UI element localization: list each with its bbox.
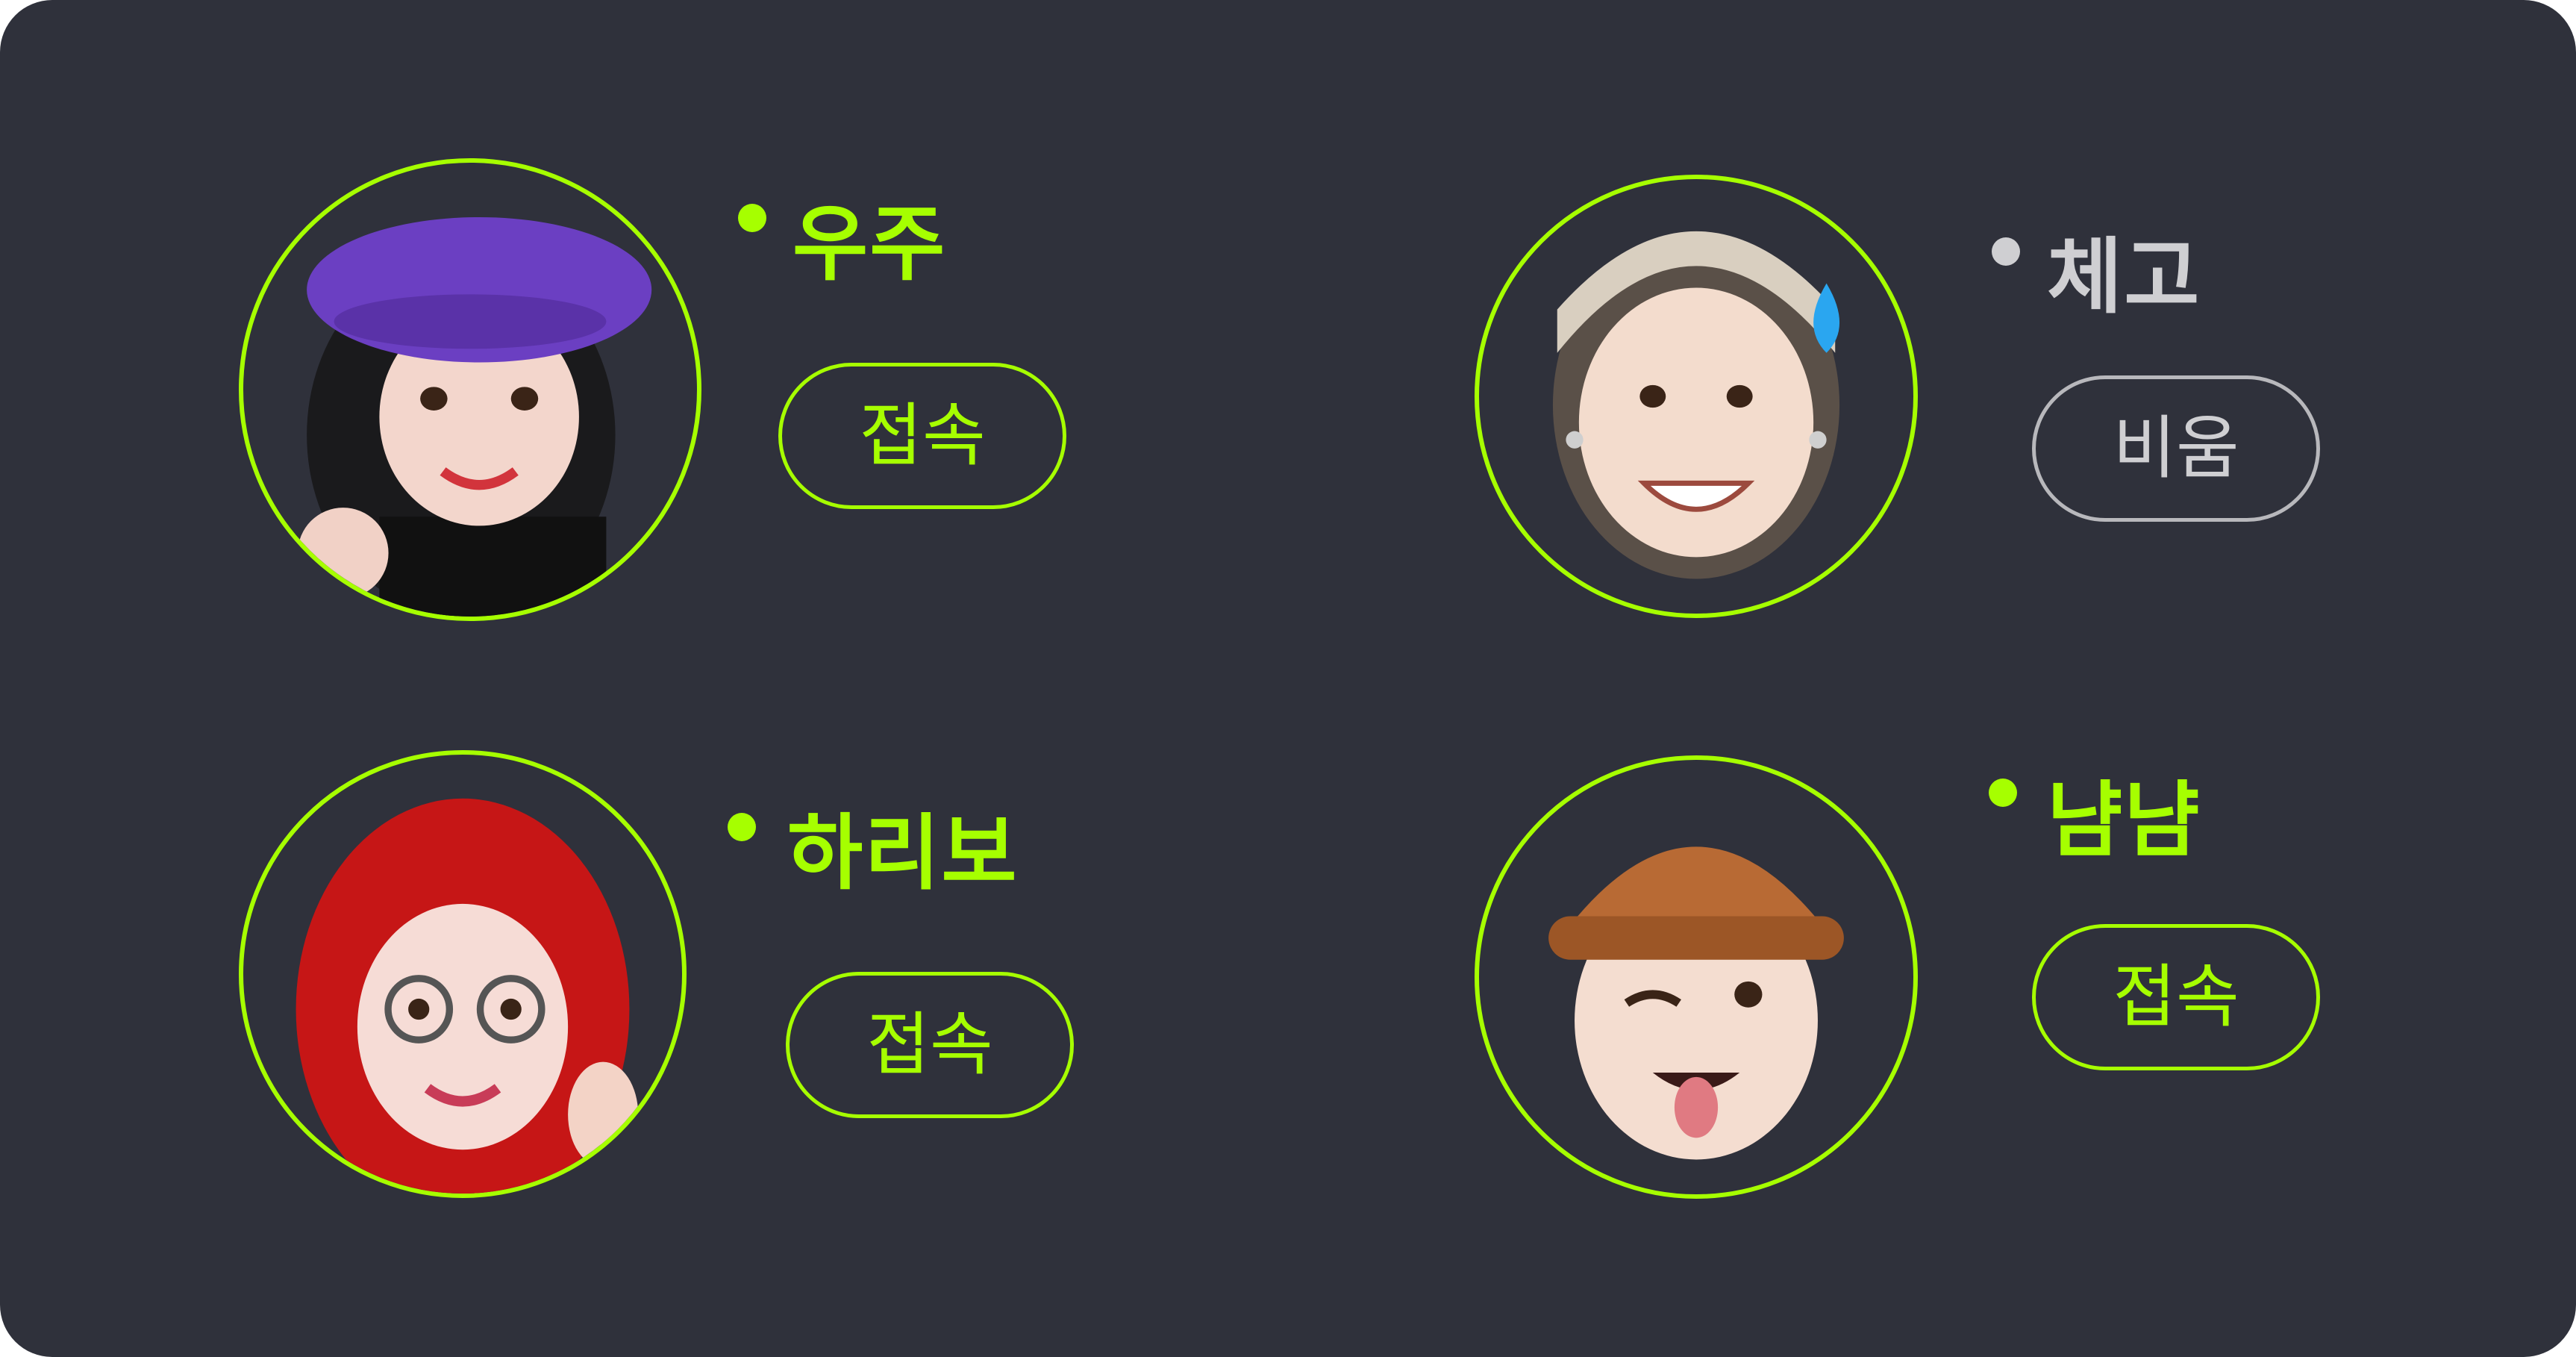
status-dot: [738, 204, 766, 232]
member-name: 하리보: [787, 805, 1019, 901]
status-dot: [728, 813, 756, 841]
status-dot: [1992, 237, 2020, 266]
member-name: 우주: [793, 196, 947, 292]
memoji-purple-beret-avatar-icon: [297, 216, 652, 617]
member-name: 체고: [2047, 229, 2201, 325]
avatar: [1475, 175, 1918, 618]
memoji-slicked-hair-sweat-avatar-icon: [1552, 231, 1840, 579]
status-button[interactable]: 접속: [2032, 924, 2320, 1070]
avatar: [239, 750, 687, 1198]
member-status-card: 우주 접속 체고 비움 하리보 접속 냠냠 접속: [0, 0, 2576, 1357]
memoji-red-hair-glasses-avatar-icon: [296, 798, 639, 1194]
status-dot: [1989, 779, 2017, 807]
status-button[interactable]: 비움: [2032, 375, 2320, 522]
avatar: [1475, 755, 1918, 1199]
memoji-brown-beanie-wink-avatar-icon: [1548, 846, 1844, 1160]
member-name: 냠냠: [2047, 773, 2201, 868]
status-button[interactable]: 접속: [786, 972, 1074, 1118]
status-button[interactable]: 접속: [778, 363, 1066, 509]
avatar: [239, 158, 701, 621]
